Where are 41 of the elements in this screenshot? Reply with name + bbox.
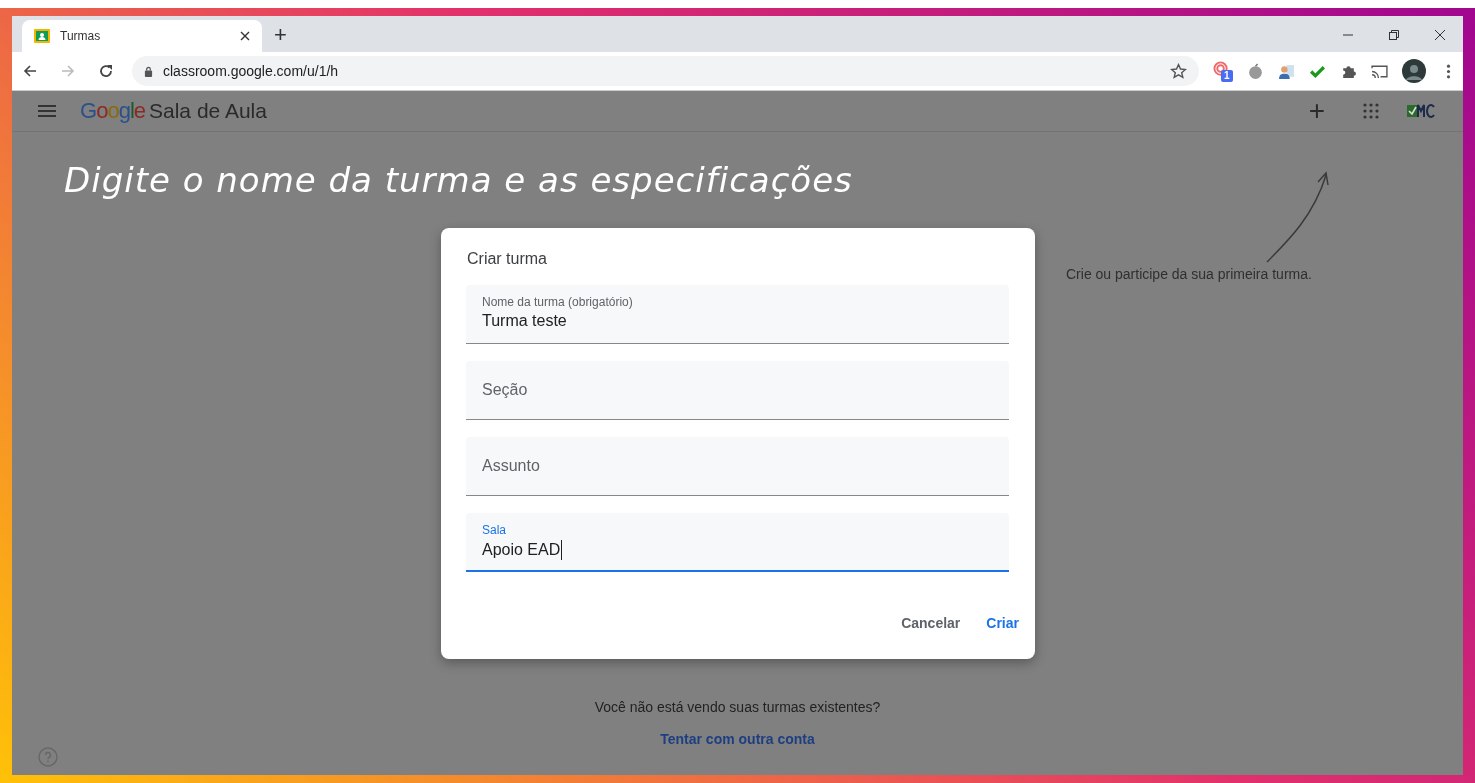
reload-icon[interactable]	[98, 63, 114, 79]
close-icon[interactable]	[240, 31, 250, 41]
text-field[interactable]: Sala Apoio EAD	[466, 513, 1009, 572]
cast-icon[interactable]	[1371, 62, 1388, 80]
apps-grid-icon[interactable]	[1363, 103, 1379, 119]
cancel-button[interactable]: Cancelar	[893, 607, 969, 639]
field-value: Apoio EAD	[482, 540, 563, 560]
field-label: Sala	[482, 523, 507, 537]
dialog-title: Criar turma	[467, 250, 548, 268]
footer-question: Você não está vendo suas turmas existentes?	[594, 699, 881, 715]
text-field[interactable]: Nome da turma (obrigatório) Turma teste	[466, 285, 1009, 344]
classroom-icon	[34, 28, 50, 44]
lock-icon	[144, 65, 153, 77]
field-placeholder: Assunto	[482, 457, 540, 475]
url-text: classroom.google.com/u/1/h	[163, 63, 339, 79]
handwritten-annotation: Digite o nome da turma e as especificações	[64, 160, 853, 200]
text-field[interactable]: Seção	[466, 361, 1009, 420]
restore-icon[interactable]	[1388, 29, 1400, 41]
text-cursor	[561, 540, 563, 560]
person-icon[interactable]	[1278, 62, 1295, 80]
back-arrow-icon[interactable]	[22, 63, 38, 79]
notification-badge: 1	[1221, 70, 1233, 82]
close-icon[interactable]	[1434, 29, 1446, 41]
field-placeholder: Seção	[482, 381, 528, 399]
text-field[interactable]: Assunto	[466, 437, 1009, 496]
add-button[interactable]: +	[1308, 97, 1325, 125]
app-title: Sala de Aula	[149, 99, 267, 123]
create-button[interactable]: Criar	[978, 607, 1027, 639]
tab-title: Turmas	[60, 29, 102, 43]
new-tab-button[interactable]: +	[262, 18, 299, 52]
field-label: Nome da turma (obrigatório)	[482, 295, 633, 309]
field-value: Turma teste	[482, 312, 567, 330]
avatar-icon[interactable]	[1402, 59, 1426, 83]
address-bar[interactable]: classroom.google.com/u/1/h	[132, 56, 1199, 86]
google-logo: Google	[80, 98, 145, 124]
apple-icon[interactable]	[1247, 62, 1264, 80]
star-icon[interactable]	[1170, 62, 1187, 80]
menu-icon[interactable]	[38, 105, 56, 117]
browser-tab[interactable]: Turmas	[22, 20, 262, 52]
empty-state-text: Crie ou participe da sua primeira turma.	[1066, 266, 1312, 282]
account-logo-icon[interactable]	[1407, 103, 1437, 119]
